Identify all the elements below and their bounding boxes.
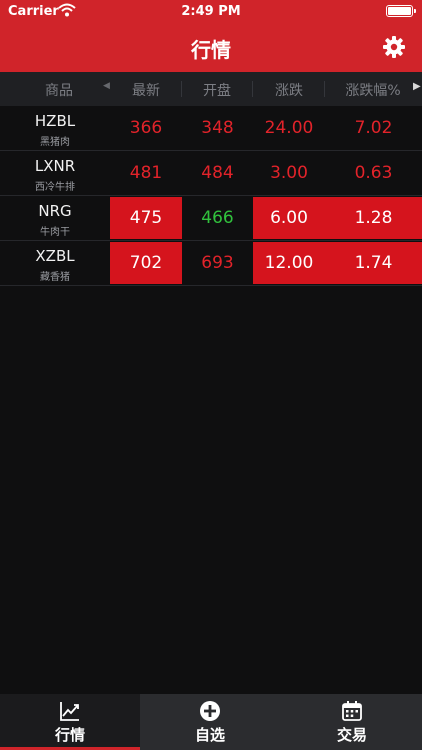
scroll-left-icon[interactable]: ◀	[103, 81, 110, 91]
table-header: 商品 ◀ 最新 开盘 涨跌 涨跌幅% ▶	[0, 72, 422, 106]
top-bar: Carrier 2:49 PM 行情	[0, 0, 422, 72]
row-change: 24.00	[264, 118, 314, 138]
row-change: 3.00	[270, 163, 308, 183]
row-change: 6.00	[253, 197, 325, 239]
column-header-open[interactable]: 开盘	[182, 80, 252, 100]
row-latest: 481	[129, 163, 163, 183]
tab-label: 自选	[194, 726, 225, 744]
nav-bar: 行情	[0, 22, 422, 72]
row-open: 693	[201, 253, 234, 273]
column-header-change[interactable]: 涨跌	[253, 80, 325, 100]
row-change-pct: 1.28	[325, 197, 422, 239]
row-symbol: HZBL	[34, 112, 76, 130]
scroll-right-icon[interactable]: ▶	[413, 81, 421, 92]
status-time: 2:49 PM	[181, 4, 241, 19]
row-name: 黑猪肉	[40, 137, 70, 148]
row-latest: 366	[129, 118, 163, 138]
table-row[interactable]: XZBL 藏香猪 702 693 12.00 1.74	[0, 241, 422, 286]
tab-label: 交易	[336, 726, 367, 744]
row-open: 484	[201, 163, 234, 183]
gear-icon[interactable]	[382, 35, 406, 59]
tab-watchlist[interactable]: 自选	[140, 694, 280, 750]
table-row[interactable]: NRG 牛肉干 475 466 6.00 1.28	[0, 196, 422, 241]
row-open: 348	[201, 118, 234, 138]
column-header-product[interactable]: 商品	[0, 80, 118, 100]
row-name: 西冷牛排	[35, 182, 75, 193]
tab-label: 行情	[54, 726, 85, 744]
chart-line-icon	[60, 702, 79, 721]
row-latest: 475	[110, 197, 182, 239]
row-latest: 702	[110, 242, 182, 284]
table-row[interactable]: LXNR 西冷牛排 481 484 3.00 0.63	[0, 151, 422, 196]
calendar-icon	[342, 701, 362, 721]
tab-market[interactable]: 行情	[0, 694, 140, 750]
page-title: 行情	[191, 38, 231, 62]
battery-icon	[386, 5, 416, 17]
table-row[interactable]: HZBL 黑猪肉 366 348 24.00 7.02	[0, 106, 422, 151]
tab-trade[interactable]: 交易	[282, 694, 422, 750]
row-name: 藏香猪	[40, 272, 70, 283]
tab-bar: 行情 自选 交易	[0, 694, 422, 750]
row-change-pct: 1.74	[325, 242, 422, 284]
row-symbol: LXNR	[34, 157, 76, 175]
column-header-change-pct[interactable]: 涨跌幅%	[325, 80, 421, 100]
row-name: 牛肉干	[40, 227, 70, 238]
plus-circle-icon	[200, 701, 220, 721]
row-change-pct: 0.63	[354, 163, 393, 183]
row-symbol: XZBL	[35, 247, 75, 265]
column-header-latest[interactable]: 最新	[110, 80, 182, 100]
status-bar: Carrier 2:49 PM	[0, 0, 422, 22]
row-symbol: NRG	[38, 202, 72, 220]
row-open: 466	[201, 208, 234, 228]
row-change-pct: 7.02	[354, 118, 393, 138]
row-change: 12.00	[253, 242, 325, 284]
